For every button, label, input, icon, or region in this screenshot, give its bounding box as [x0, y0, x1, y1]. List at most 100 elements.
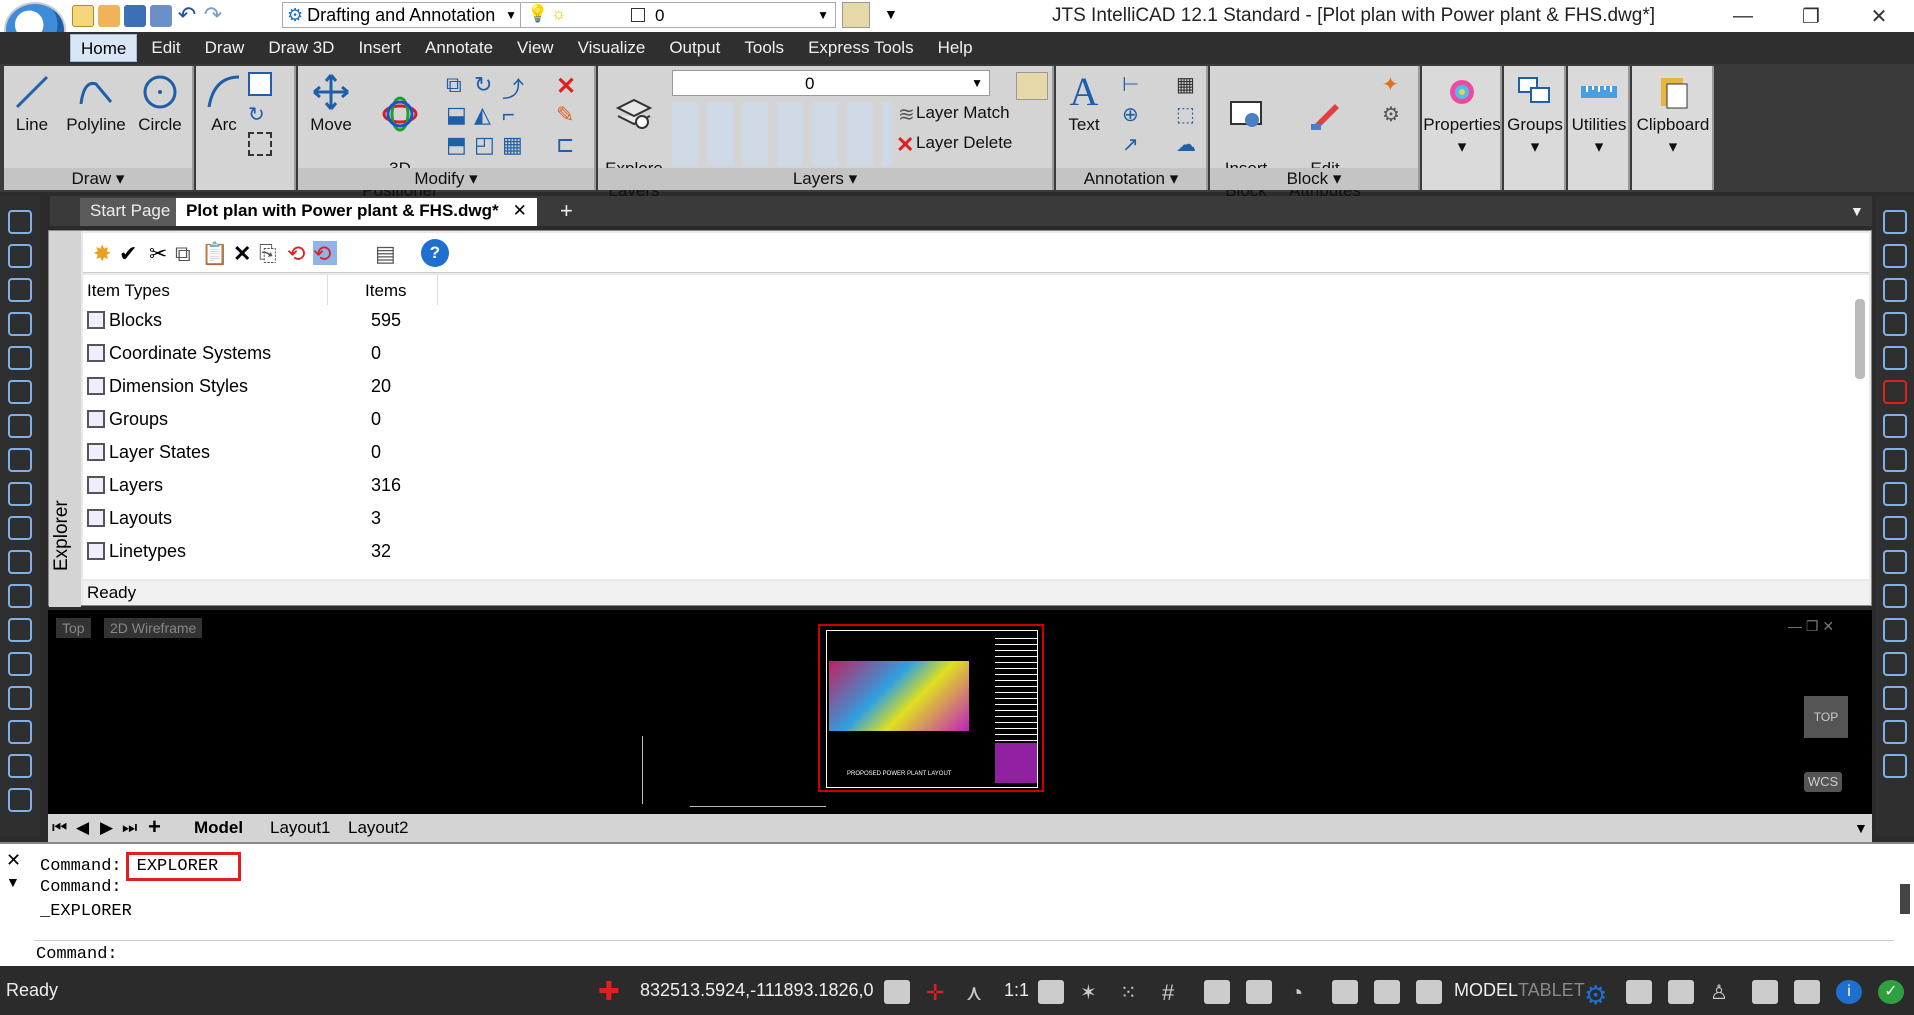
open-icon[interactable] — [98, 5, 120, 27]
modify-panel-title[interactable]: Modify ▾ — [298, 168, 594, 190]
add-layout-icon[interactable]: + — [148, 814, 161, 840]
settings-icon[interactable]: ⚙ — [1584, 980, 1610, 1010]
tracking-icon[interactable]: ✶ — [1080, 980, 1106, 1004]
snap-icon[interactable]: ✛ — [926, 980, 952, 1005]
qat-customize-icon[interactable]: ▼ — [884, 6, 898, 22]
model-toggle[interactable]: MODEL — [1454, 980, 1518, 1001]
explode-icon[interactable]: ✎ — [556, 102, 580, 127]
boundary-icon[interactable] — [8, 618, 32, 642]
regen-all-icon[interactable]: ⟲ — [313, 241, 337, 266]
layer-properties-icon[interactable] — [1016, 72, 1048, 100]
groups-panel[interactable]: Groups ▾ — [1504, 66, 1566, 190]
delete-icon[interactable]: ✕ — [233, 241, 257, 266]
menu-tools[interactable]: Tools — [734, 34, 794, 62]
lweight-icon[interactable] — [1246, 980, 1272, 1004]
rotate-arc-icon[interactable]: ↻ — [248, 102, 272, 126]
circle-button[interactable]: Circle — [134, 72, 186, 136]
region-icon[interactable] — [8, 584, 32, 608]
join-icon[interactable] — [1883, 686, 1907, 710]
command-scrollbar[interactable] — [1900, 884, 1910, 914]
polyline-button[interactable]: Polyline — [64, 72, 128, 136]
break-icon[interactable] — [1883, 550, 1907, 574]
coordinates[interactable]: 832513.5924,-111893.1826,0 — [640, 980, 874, 1001]
menu-home[interactable]: Home — [70, 34, 138, 62]
menu-express-tools[interactable]: Express Tools — [798, 34, 924, 62]
fillet-icon[interactable]: ⌐ — [502, 102, 526, 127]
new-tab-button[interactable]: + — [550, 198, 583, 226]
mirror-icon[interactable]: ◭ — [474, 102, 498, 127]
arc-icon[interactable] — [8, 414, 32, 438]
grid-array-icon[interactable] — [1883, 584, 1907, 608]
scale-readout[interactable]: 1:1 — [1004, 980, 1029, 1001]
line-button[interactable]: Line — [10, 72, 54, 136]
explorer-row[interactable]: Layouts 3 — [83, 503, 683, 536]
donut-icon[interactable] — [8, 686, 32, 710]
utilities-panel[interactable]: Utilities ▾ — [1568, 66, 1630, 190]
tab-layout1[interactable]: Layout1 — [270, 818, 331, 838]
col-items[interactable]: Items — [365, 281, 407, 301]
hatch-icon[interactable] — [8, 550, 32, 574]
block-editor-icon[interactable]: ⚙ — [1382, 102, 1406, 126]
region-icon[interactable]: ⬚ — [1176, 102, 1200, 126]
rotate-icon[interactable]: ↻ — [474, 72, 498, 97]
explorer-row[interactable]: Blocks 595 — [83, 305, 683, 338]
layers-panel-title[interactable]: Layers ▾ — [598, 168, 1052, 190]
col-item-types[interactable]: Item Types — [87, 281, 170, 301]
saveas-icon[interactable] — [150, 5, 172, 27]
draw-panel-title[interactable]: Draw ▾ — [4, 168, 192, 190]
offset-icon[interactable]: ◰ — [474, 132, 498, 157]
table-icon[interactable]: ▦ — [1176, 72, 1200, 96]
explorer-row[interactable]: Linetypes 32 — [83, 536, 683, 569]
explorer-row[interactable]: Groups 0 — [83, 404, 683, 437]
polar-icon[interactable]: ◔ — [1290, 980, 1316, 1005]
text-button[interactable]: A Text — [1060, 72, 1108, 136]
isolate-icon[interactable] — [1626, 980, 1652, 1004]
refresh-icon[interactable] — [8, 788, 32, 812]
menu-view[interactable]: View — [507, 34, 564, 62]
block-panel-title[interactable]: Block ▾ — [1210, 168, 1418, 190]
workspace-select[interactable]: ⚙ Drafting and Annotation ▼ — [282, 2, 522, 28]
workspace-icon[interactable] — [1668, 980, 1694, 1004]
esnap-icon[interactable] — [1332, 980, 1358, 1004]
array-icon[interactable]: ▦ — [502, 132, 526, 157]
properties-panel[interactable]: Properties ▾ — [1422, 66, 1502, 190]
revcloud-icon[interactable] — [8, 652, 32, 676]
close-window-button[interactable]: ✕ — [1850, 0, 1908, 32]
rectangle-icon[interactable] — [248, 72, 272, 96]
annotation-scale-icon[interactable] — [884, 980, 910, 1004]
command-options-icon[interactable]: ▼ — [6, 874, 20, 890]
explorer-row[interactable]: Dimension Styles 20 — [83, 371, 683, 404]
polyline-icon[interactable] — [8, 244, 32, 268]
revcloud-icon[interactable]: ☁ — [1176, 132, 1200, 156]
ortho-icon[interactable]: ⋏ — [966, 980, 992, 1005]
point-icon[interactable] — [8, 516, 32, 540]
new-icon[interactable] — [72, 5, 94, 27]
trim-icon[interactable]: ⤴ — [502, 72, 526, 102]
minimize-button[interactable]: — — [1714, 0, 1772, 32]
exchange-icon[interactable] — [1883, 720, 1907, 744]
copy-icon[interactable]: ⧉ — [175, 241, 199, 266]
menu-visualize[interactable]: Visualize — [568, 34, 656, 62]
copy-icon[interactable]: ⧉ — [446, 72, 470, 97]
paste-icon[interactable]: 📋 — [201, 241, 228, 266]
copy-icon[interactable] — [1883, 244, 1907, 268]
dots-grid-icon[interactable]: ⁙ — [1120, 980, 1146, 1004]
menu-draw[interactable]: Draw — [195, 34, 255, 62]
stretch-icon[interactable] — [1883, 346, 1907, 370]
explorer-scrollbar[interactable] — [1855, 299, 1865, 379]
explorer-row[interactable]: Coordinate Systems 0 — [83, 338, 683, 371]
hardware-accel-icon[interactable] — [1752, 980, 1778, 1004]
model-viewport[interactable]: Top 2D Wireframe PROPOSED POWER PLANT LA… — [48, 610, 1872, 814]
close-command-icon[interactable]: ✕ — [6, 850, 21, 871]
erase-icon[interactable]: ✕ — [556, 72, 580, 100]
line-icon[interactable] — [8, 210, 32, 234]
checkmark-icon[interactable]: ✔ — [119, 241, 143, 266]
freehand-icon[interactable] — [8, 346, 32, 370]
purge-icon[interactable]: ⎘ — [259, 241, 283, 266]
wcs-indicator[interactable]: WCS — [1804, 772, 1842, 792]
erase-icon[interactable] — [1883, 380, 1907, 404]
osnap-icon[interactable] — [1204, 980, 1230, 1004]
table-icon[interactable] — [8, 720, 32, 744]
multiline-icon[interactable] — [8, 278, 32, 302]
layer-quick-combo[interactable]: 💡 ☼ 0 ▼ — [520, 2, 836, 28]
